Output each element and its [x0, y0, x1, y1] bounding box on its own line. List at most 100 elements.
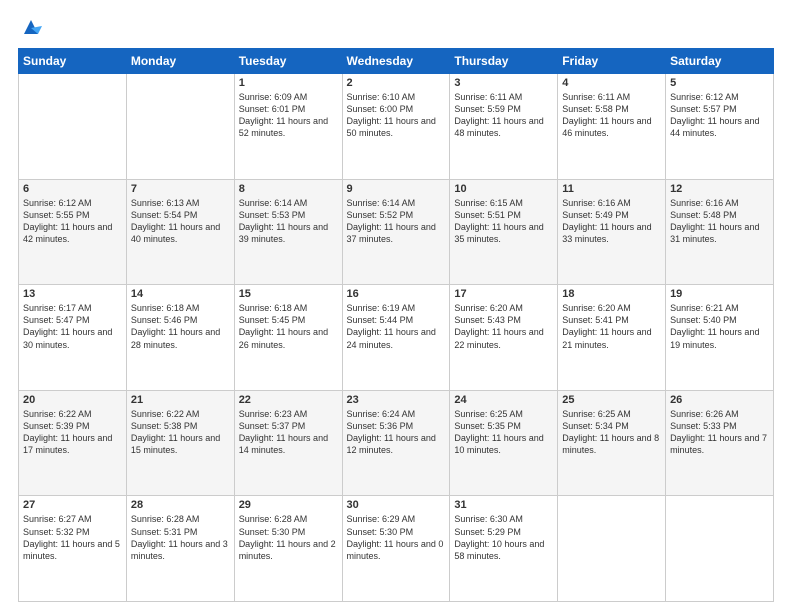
cell-details: Sunrise: 6:20 AMSunset: 5:43 PMDaylight:…	[454, 302, 553, 351]
day-number: 15	[239, 288, 338, 300]
calendar-cell	[666, 496, 774, 602]
calendar-week-3: 13 Sunrise: 6:17 AMSunset: 5:47 PMDayligh…	[19, 285, 774, 391]
day-number: 24	[454, 394, 553, 406]
day-number: 13	[23, 288, 122, 300]
day-number: 19	[670, 288, 769, 300]
cell-details: Sunrise: 6:30 AMSunset: 5:29 PMDaylight:…	[454, 513, 553, 562]
cell-details: Sunrise: 6:13 AMSunset: 5:54 PMDaylight:…	[131, 197, 230, 246]
cell-details: Sunrise: 6:16 AMSunset: 5:49 PMDaylight:…	[562, 197, 661, 246]
cell-details: Sunrise: 6:28 AMSunset: 5:31 PMDaylight:…	[131, 513, 230, 562]
day-number: 8	[239, 183, 338, 195]
cell-details: Sunrise: 6:15 AMSunset: 5:51 PMDaylight:…	[454, 197, 553, 246]
day-number: 2	[347, 77, 446, 89]
calendar-cell: 11 Sunrise: 6:16 AMSunset: 5:49 PMDayligh…	[558, 179, 666, 285]
calendar-cell: 26Sunrise: 6:26 AMSunset: 5:33 PMDayligh…	[666, 390, 774, 496]
day-number: 1	[239, 77, 338, 89]
calendar-cell: 3 Sunrise: 6:11 AMSunset: 5:59 PMDaylight…	[450, 74, 558, 180]
cell-details: Sunrise: 6:24 AMSunset: 5:36 PMDaylight:…	[347, 408, 446, 457]
cell-details: Sunrise: 6:11 AMSunset: 5:59 PMDaylight:…	[454, 91, 553, 140]
cell-details: Sunrise: 6:09 AMSunset: 6:01 PMDaylight:…	[239, 91, 338, 140]
calendar-cell: 5 Sunrise: 6:12 AMSunset: 5:57 PMDaylight…	[666, 74, 774, 180]
calendar-cell: 9Sunrise: 6:14 AMSunset: 5:52 PMDaylight…	[342, 179, 450, 285]
calendar-col-sunday: Sunday	[19, 49, 127, 74]
cell-details: Sunrise: 6:12 AMSunset: 5:57 PMDaylight:…	[670, 91, 769, 140]
day-number: 18	[562, 288, 661, 300]
day-number: 23	[347, 394, 446, 406]
calendar-table: SundayMondayTuesdayWednesdayThursdayFrid…	[18, 48, 774, 602]
day-number: 10	[454, 183, 553, 195]
cell-details: Sunrise: 6:25 AMSunset: 5:35 PMDaylight:…	[454, 408, 553, 457]
calendar-col-wednesday: Wednesday	[342, 49, 450, 74]
cell-details: Sunrise: 6:18 AMSunset: 5:45 PMDaylight:…	[239, 302, 338, 351]
cell-details: Sunrise: 6:22 AMSunset: 5:38 PMDaylight:…	[131, 408, 230, 457]
cell-details: Sunrise: 6:18 AMSunset: 5:46 PMDaylight:…	[131, 302, 230, 351]
header	[18, 16, 774, 38]
cell-details: Sunrise: 6:12 AMSunset: 5:55 PMDaylight:…	[23, 197, 122, 246]
calendar-cell: 21 Sunrise: 6:22 AMSunset: 5:38 PMDayligh…	[126, 390, 234, 496]
cell-details: Sunrise: 6:14 AMSunset: 5:53 PMDaylight:…	[239, 197, 338, 246]
day-number: 3	[454, 77, 553, 89]
day-number: 29	[239, 499, 338, 511]
day-number: 25	[562, 394, 661, 406]
day-number: 21	[131, 394, 230, 406]
cell-details: Sunrise: 6:27 AMSunset: 5:32 PMDaylight:…	[23, 513, 122, 562]
calendar-cell: 23 Sunrise: 6:24 AMSunset: 5:36 PMDayligh…	[342, 390, 450, 496]
day-number: 31	[454, 499, 553, 511]
cell-details: Sunrise: 6:25 AMSunset: 5:34 PMDaylight:…	[562, 408, 661, 457]
cell-details: Sunrise: 6:16 AMSunset: 5:48 PMDaylight:…	[670, 197, 769, 246]
calendar-cell: 6 Sunrise: 6:12 AMSunset: 5:55 PMDaylight…	[19, 179, 127, 285]
day-number: 20	[23, 394, 122, 406]
calendar-col-saturday: Saturday	[666, 49, 774, 74]
day-number: 7	[131, 183, 230, 195]
cell-details: Sunrise: 6:21 AMSunset: 5:40 PMDaylight:…	[670, 302, 769, 351]
calendar-week-5: 27 Sunrise: 6:27 AMSunset: 5:32 PMDayligh…	[19, 496, 774, 602]
calendar-cell: 16 Sunrise: 6:19 AMSunset: 5:44 PMDayligh…	[342, 285, 450, 391]
calendar-col-tuesday: Tuesday	[234, 49, 342, 74]
calendar-cell: 29 Sunrise: 6:28 AMSunset: 5:30 PMDayligh…	[234, 496, 342, 602]
day-number: 6	[23, 183, 122, 195]
calendar-cell: 12 Sunrise: 6:16 AMSunset: 5:48 PMDayligh…	[666, 179, 774, 285]
calendar-cell: 18 Sunrise: 6:20 AMSunset: 5:41 PMDayligh…	[558, 285, 666, 391]
day-number: 14	[131, 288, 230, 300]
cell-details: Sunrise: 6:23 AMSunset: 5:37 PMDaylight:…	[239, 408, 338, 457]
cell-details: Sunrise: 6:19 AMSunset: 5:44 PMDaylight:…	[347, 302, 446, 351]
calendar-cell: 22Sunrise: 6:23 AMSunset: 5:37 PMDayligh…	[234, 390, 342, 496]
calendar-cell: 31 Sunrise: 6:30 AMSunset: 5:29 PMDayligh…	[450, 496, 558, 602]
day-number: 28	[131, 499, 230, 511]
calendar-cell: 8 Sunrise: 6:14 AMSunset: 5:53 PMDaylight…	[234, 179, 342, 285]
cell-details: Sunrise: 6:28 AMSunset: 5:30 PMDaylight:…	[239, 513, 338, 562]
day-number: 5	[670, 77, 769, 89]
cell-details: Sunrise: 6:17 AMSunset: 5:47 PMDaylight:…	[23, 302, 122, 351]
calendar-cell: 30 Sunrise: 6:29 AMSunset: 5:30 PMDayligh…	[342, 496, 450, 602]
calendar-cell	[19, 74, 127, 180]
cell-details: Sunrise: 6:20 AMSunset: 5:41 PMDaylight:…	[562, 302, 661, 351]
calendar-col-thursday: Thursday	[450, 49, 558, 74]
page: SundayMondayTuesdayWednesdayThursdayFrid…	[0, 0, 792, 612]
calendar-cell: 20 Sunrise: 6:22 AMSunset: 5:39 PMDayligh…	[19, 390, 127, 496]
day-number: 11	[562, 183, 661, 195]
calendar-week-4: 20 Sunrise: 6:22 AMSunset: 5:39 PMDayligh…	[19, 390, 774, 496]
calendar-cell: 4Sunrise: 6:11 AMSunset: 5:58 PMDaylight…	[558, 74, 666, 180]
calendar-cell: 7 Sunrise: 6:13 AMSunset: 5:54 PMDaylight…	[126, 179, 234, 285]
calendar-cell: 10 Sunrise: 6:15 AMSunset: 5:51 PMDayligh…	[450, 179, 558, 285]
day-number: 17	[454, 288, 553, 300]
calendar-cell: 19 Sunrise: 6:21 AMSunset: 5:40 PMDayligh…	[666, 285, 774, 391]
day-number: 27	[23, 499, 122, 511]
calendar-cell: 28 Sunrise: 6:28 AMSunset: 5:31 PMDayligh…	[126, 496, 234, 602]
day-number: 16	[347, 288, 446, 300]
calendar-cell: 15 Sunrise: 6:18 AMSunset: 5:45 PMDayligh…	[234, 285, 342, 391]
calendar-col-friday: Friday	[558, 49, 666, 74]
calendar-cell: 14 Sunrise: 6:18 AMSunset: 5:46 PMDayligh…	[126, 285, 234, 391]
calendar-cell: 25 Sunrise: 6:25 AMSunset: 5:34 PMDayligh…	[558, 390, 666, 496]
calendar-header-row: SundayMondayTuesdayWednesdayThursdayFrid…	[19, 49, 774, 74]
cell-details: Sunrise: 6:29 AMSunset: 5:30 PMDaylight:…	[347, 513, 446, 562]
calendar-cell	[126, 74, 234, 180]
logo-icon	[20, 16, 42, 38]
cell-details: Sunrise: 6:22 AMSunset: 5:39 PMDaylight:…	[23, 408, 122, 457]
calendar-cell: 2Sunrise: 6:10 AMSunset: 6:00 PMDaylight…	[342, 74, 450, 180]
day-number: 9	[347, 183, 446, 195]
day-number: 12	[670, 183, 769, 195]
calendar-cell: 24 Sunrise: 6:25 AMSunset: 5:35 PMDayligh…	[450, 390, 558, 496]
day-number: 30	[347, 499, 446, 511]
calendar-cell: 17 Sunrise: 6:20 AMSunset: 5:43 PMDayligh…	[450, 285, 558, 391]
